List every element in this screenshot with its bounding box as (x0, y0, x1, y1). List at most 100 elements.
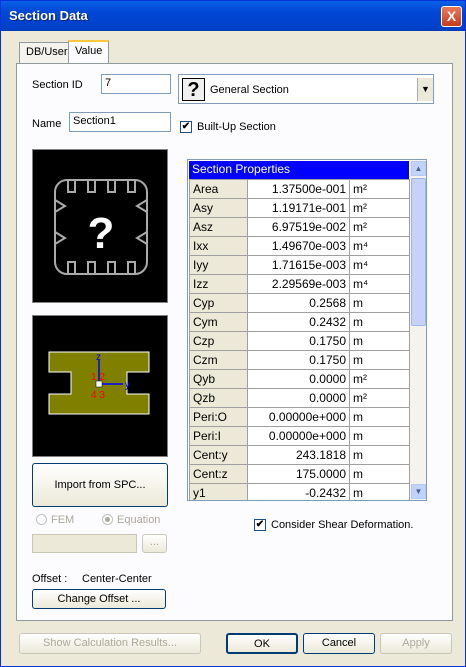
property-value[interactable]: 0.2432 (247, 312, 350, 332)
window-title: Section Data (9, 8, 88, 23)
ok-button[interactable]: OK (226, 633, 298, 654)
offset-label: Offset : (32, 573, 68, 585)
table-row[interactable]: Peri:I 0.00000e+000 m (189, 426, 410, 446)
question-icon: ? (182, 78, 205, 101)
table-row[interactable]: Qyb 0.0000 m² (189, 369, 410, 389)
property-name: Qyb (189, 369, 248, 389)
spc-file-input[interactable] (32, 534, 137, 553)
property-value[interactable]: 243.1818 (247, 445, 350, 465)
chevron-down-icon[interactable]: ▼ (417, 78, 433, 101)
section-id-label: Section ID (32, 79, 83, 91)
property-unit: m (349, 483, 410, 500)
table-row[interactable]: Czm 0.1750 m (189, 350, 410, 370)
table-row[interactable]: Asy 1.19171e-001 m² (189, 198, 410, 218)
property-value[interactable]: 0.00000e+000 (247, 426, 350, 446)
grid-scrollbar[interactable]: ▲ ▼ (410, 160, 426, 500)
axis-y-label: y (125, 380, 130, 391)
name-label: Name (32, 118, 62, 130)
property-unit: m² (349, 198, 410, 218)
section-data-dialog: Section Data X DB/User Value Section ID … (0, 0, 466, 667)
property-unit: m⁴ (349, 255, 410, 275)
equation-radio[interactable] (102, 514, 113, 525)
table-row[interactable]: Peri:O 0.00000e+000 m (189, 407, 410, 427)
section-type-value: General Section (210, 84, 289, 96)
point-labels-bottom: 4 3 (91, 390, 105, 401)
table-row[interactable]: Cym 0.2432 m (189, 312, 410, 332)
property-unit: m (349, 464, 410, 484)
table-row[interactable]: y1 -0.2432 m (189, 483, 410, 500)
property-value[interactable]: -0.2432 (247, 483, 350, 500)
property-unit: m (349, 407, 410, 427)
change-offset-button[interactable]: Change Offset ... (32, 589, 166, 609)
property-name: Qzb (189, 388, 248, 408)
title-bar: Section Data X (1, 1, 465, 31)
property-value[interactable]: 0.00000e+000 (247, 407, 350, 427)
fem-radio[interactable] (36, 514, 47, 525)
scroll-thumb[interactable] (411, 178, 426, 326)
property-name: Iyy (189, 255, 248, 275)
property-value[interactable]: 1.19171e-001 (247, 198, 350, 218)
property-name: Peri:I (189, 426, 248, 446)
property-unit: m (349, 426, 410, 446)
property-unit: m² (349, 369, 410, 389)
close-button[interactable]: X (441, 6, 462, 27)
property-unit: m (349, 445, 410, 465)
cancel-button[interactable]: Cancel (303, 633, 375, 654)
table-row[interactable]: Ixx 1.49670e-003 m⁴ (189, 236, 410, 256)
table-row[interactable]: Qzb 0.0000 m² (189, 388, 410, 408)
built-up-label: Built-Up Section (197, 121, 276, 133)
table-row[interactable]: Cent:y 243.1818 m (189, 445, 410, 465)
property-value[interactable]: 1.71615e-003 (247, 255, 350, 275)
property-unit: m² (349, 179, 410, 199)
table-row[interactable]: Area 1.37500e-001 m² (189, 179, 410, 199)
shear-checkbox[interactable]: ✔ (254, 519, 266, 531)
property-unit: m (349, 293, 410, 313)
show-calculation-results-button[interactable]: Show Calculation Results... (19, 633, 201, 654)
property-unit: m² (349, 217, 410, 237)
table-row[interactable]: Izz 2.29569e-003 m⁴ (189, 274, 410, 294)
browse-button[interactable]: ... (142, 534, 167, 553)
section-properties-grid[interactable]: Section Properties Area 1.37500e-001 m² Asy… (187, 159, 427, 501)
scroll-down-icon[interactable]: ▼ (411, 484, 426, 499)
property-value[interactable]: 175.0000 (247, 464, 350, 484)
section-icon-preview: ? (32, 149, 168, 303)
axis-z-label: z (96, 352, 101, 363)
property-value[interactable]: 2.29569e-003 (247, 274, 350, 294)
grid-title: Section Properties (189, 161, 409, 179)
property-name: Asy (189, 198, 248, 218)
apply-button[interactable]: Apply (380, 633, 452, 654)
property-unit: m (349, 331, 410, 351)
property-value[interactable]: 1.37500e-001 (247, 179, 350, 199)
property-value[interactable]: 0.0000 (247, 388, 350, 408)
built-up-checkbox[interactable]: ✔ (180, 121, 192, 133)
section-id-input[interactable]: 7 (101, 74, 171, 94)
property-name: y1 (189, 483, 248, 500)
properties-table: Area 1.37500e-001 m² Asy 1.19171e-001 m² Asz 6.… (189, 179, 410, 500)
property-unit: m (349, 350, 410, 370)
property-name: Czm (189, 350, 248, 370)
table-row[interactable]: Iyy 1.71615e-003 m⁴ (189, 255, 410, 275)
tab-db-user[interactable]: DB/User (19, 42, 75, 63)
general-section-icon: ? (54, 179, 148, 275)
property-name: Cyp (189, 293, 248, 313)
table-row[interactable]: Cyp 0.2568 m (189, 293, 410, 313)
name-input[interactable]: Section1 (69, 112, 171, 132)
svg-text:?: ? (88, 209, 115, 258)
property-unit: m² (349, 388, 410, 408)
property-value[interactable]: 0.1750 (247, 331, 350, 351)
table-row[interactable]: Cent:z 175.0000 m (189, 464, 410, 484)
scroll-up-icon[interactable]: ▲ (411, 161, 426, 176)
property-name: Czp (189, 331, 248, 351)
tab-value[interactable]: Value (68, 40, 110, 64)
property-value[interactable]: 0.1750 (247, 350, 350, 370)
import-from-spc-button[interactable]: Import from SPC... (32, 463, 168, 507)
property-value[interactable]: 6.97519e-002 (247, 217, 350, 237)
section-type-dropdown[interactable]: ? General Section ▼ (178, 74, 434, 104)
property-name: Izz (189, 274, 248, 294)
table-row[interactable]: Czp 0.1750 m (189, 331, 410, 351)
property-value[interactable]: 0.2568 (247, 293, 350, 313)
property-value[interactable]: 1.49670e-003 (247, 236, 350, 256)
property-value[interactable]: 0.0000 (247, 369, 350, 389)
property-name: Area (189, 179, 248, 199)
table-row[interactable]: Asz 6.97519e-002 m² (189, 217, 410, 237)
